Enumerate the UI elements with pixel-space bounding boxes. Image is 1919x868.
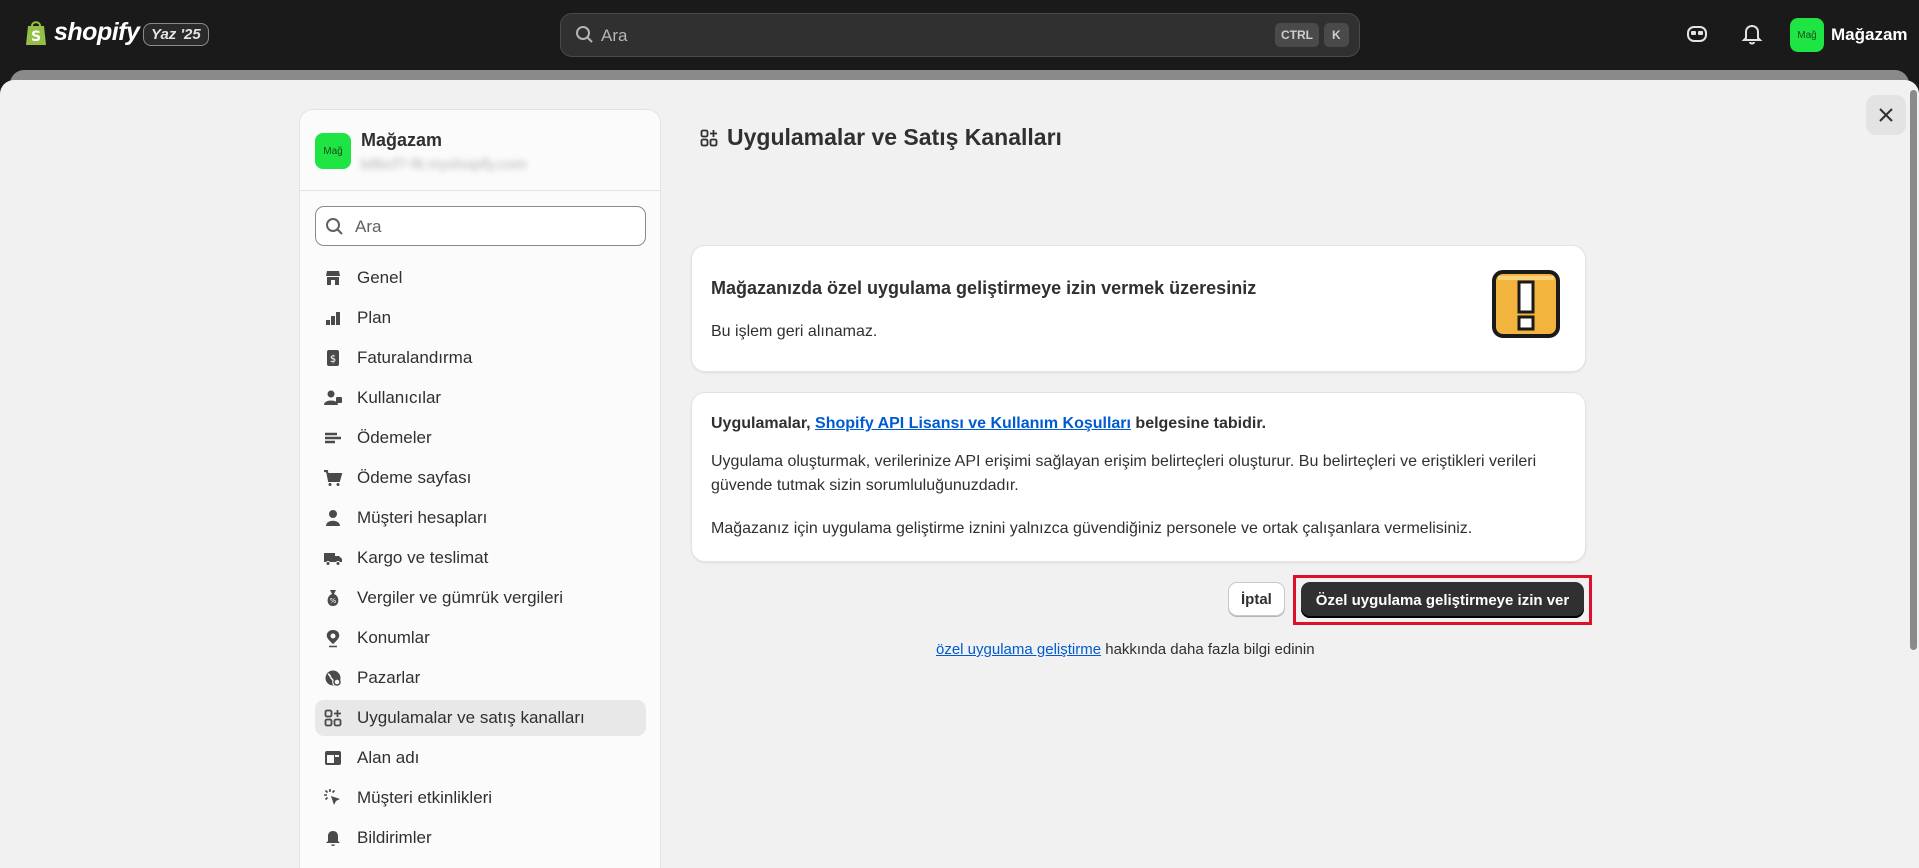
terms-card: Uygulamalar, Shopify API Lisansı ve Kull… — [691, 392, 1586, 562]
domain-icon — [323, 748, 343, 768]
cart-icon — [323, 468, 343, 488]
api-terms-link[interactable]: Shopify API Lisansı ve Kullanım Koşullar… — [815, 415, 1131, 432]
location-icon — [323, 628, 343, 648]
users-icon — [323, 388, 343, 408]
divider — [300, 190, 660, 191]
close-icon — [1879, 108, 1893, 122]
terms-line: Uygulamalar, Shopify API Lisansı ve Kull… — [711, 415, 1267, 432]
custom-app-development-link[interactable]: özel uygulama geliştirme — [936, 641, 1101, 658]
search-icon — [576, 26, 593, 43]
truck-icon — [323, 548, 343, 568]
kbd-k: K — [1324, 23, 1349, 47]
logo-text: shopify — [54, 18, 140, 46]
search-icon — [326, 218, 343, 235]
sidekick-icon[interactable] — [1685, 22, 1709, 46]
sidebar-item-vergiler[interactable]: % Vergiler ve gümrük vergileri — [315, 580, 646, 616]
sidebar-store-avatar: Mağ — [315, 133, 351, 169]
settings-nav: Genel Plan $ Faturalandırma Kullanıcılar… — [315, 260, 646, 860]
warning-card: Mağazanızda özel uygulama geliştirmeye i… — [691, 245, 1586, 372]
svg-text:%: % — [330, 597, 337, 605]
sidebar-item-alan-adi[interactable]: Alan adı — [315, 740, 646, 776]
sidebar-item-konumlar[interactable]: Konumlar — [315, 620, 646, 656]
cursor-icon — [323, 788, 343, 808]
bell-icon — [323, 828, 343, 848]
sidebar-item-odemeler[interactable]: Ödemeler — [315, 420, 646, 456]
allow-custom-app-development-button[interactable]: Özel uygulama geliştirmeye izin ver — [1301, 582, 1584, 618]
plan-icon — [323, 308, 343, 328]
sidebar-item-musteri-hesaplari[interactable]: Müşteri hesapları — [315, 500, 646, 536]
sidebar-item-odeme-sayfasi[interactable]: Ödeme sayfası — [315, 460, 646, 496]
terms-paragraph-1: Uygulama oluşturmak, verilerinize API er… — [711, 453, 1537, 494]
sidebar-item-plan[interactable]: Plan — [315, 300, 646, 336]
sidebar-item-kargo[interactable]: Kargo ve teslimat — [315, 540, 646, 576]
settings-search-input[interactable]: Ara — [315, 206, 646, 246]
apps-icon — [700, 129, 718, 146]
sidebar-store-email: b8bcf7-f8.myshopify.com — [361, 156, 527, 173]
warning-title: Mağazanızda özel uygulama geliştirmeye i… — [711, 278, 1257, 298]
store-avatar[interactable]: Mağ — [1790, 18, 1824, 52]
sidebar-item-faturalandirma[interactable]: $ Faturalandırma — [315, 340, 646, 376]
store-name[interactable]: Mağazam — [1831, 25, 1908, 45]
apps-icon — [323, 708, 343, 728]
top-bar: S shopify Yaz '25 Ara CTRL K Mağ Mağazam — [0, 0, 1919, 70]
svg-text:$: $ — [330, 354, 336, 365]
edition-badge[interactable]: Yaz '25 — [143, 23, 209, 46]
learn-more-line: özel uygulama geliştirme hakkında daha f… — [936, 641, 1315, 658]
store-icon — [323, 268, 343, 288]
tax-icon: % — [323, 588, 343, 608]
billing-icon: $ — [323, 348, 343, 368]
settings-sidebar: Mağ Mağazam b8bcf7-f8.myshopify.com Ara … — [299, 109, 661, 868]
highlight-frame: Özel uygulama geliştirmeye izin ver — [1293, 575, 1592, 625]
sidebar-item-genel[interactable]: Genel — [315, 260, 646, 296]
shopify-logo[interactable]: S shopify — [24, 18, 140, 47]
terms-paragraph-2: Mağazanız için uygulama geliştirme iznin… — [711, 520, 1473, 537]
sidebar-item-pazarlar[interactable]: Pazarlar — [315, 660, 646, 696]
sidebar-item-musteri-etkinlikleri[interactable]: Müşteri etkinlikleri — [315, 780, 646, 816]
person-icon — [323, 508, 343, 528]
kbd-ctrl: CTRL — [1275, 23, 1319, 47]
sidebar-item-uygulamalar[interactable]: Uygulamalar ve satış kanalları — [315, 700, 646, 736]
exclamation-warning-icon — [1492, 270, 1560, 338]
warning-subtitle: Bu işlem geri alınamaz. — [711, 323, 878, 340]
svg-text:S: S — [31, 29, 41, 45]
payments-icon — [323, 428, 343, 448]
search-placeholder: Ara — [355, 217, 382, 236]
search-placeholder: Ara — [601, 26, 628, 45]
sidebar-item-bildirimler[interactable]: Bildirimler — [315, 820, 646, 856]
close-button[interactable] — [1866, 95, 1906, 135]
globe-icon — [323, 668, 343, 688]
sidebar-store-name: Mağazam — [361, 130, 443, 150]
scrollbar[interactable] — [1910, 90, 1917, 650]
cancel-button[interactable]: İptal — [1228, 582, 1285, 616]
sidebar-item-kullanicilar[interactable]: Kullanıcılar — [315, 380, 646, 416]
global-search[interactable]: Ara CTRL K — [560, 13, 1360, 57]
shopify-bag-icon: S — [26, 20, 46, 45]
page-title: Uygulamalar ve Satış Kanalları — [699, 124, 1062, 151]
bell-icon[interactable] — [1740, 22, 1764, 46]
page-title-text: Uygulamalar ve Satış Kanalları — [727, 124, 1062, 150]
